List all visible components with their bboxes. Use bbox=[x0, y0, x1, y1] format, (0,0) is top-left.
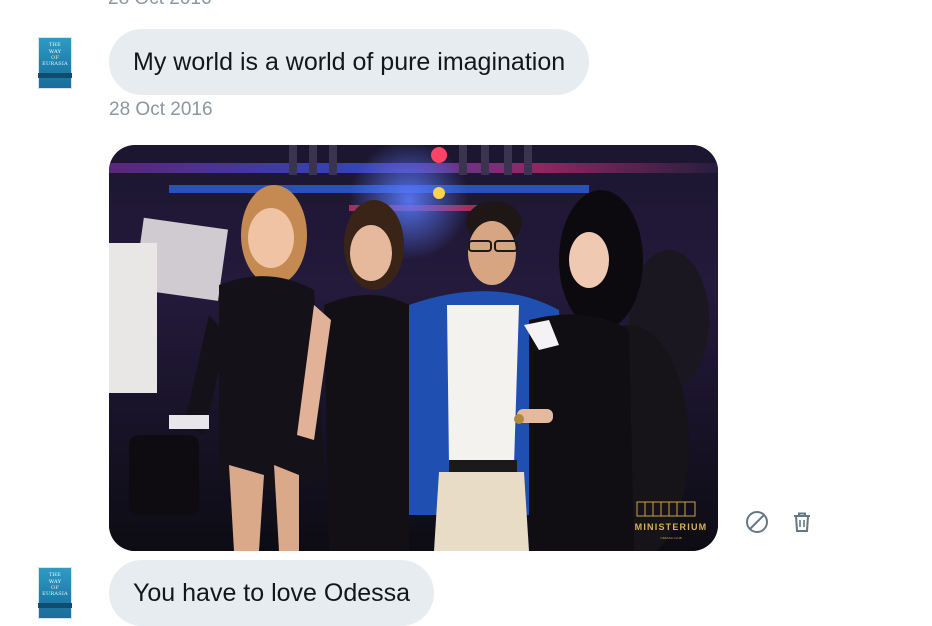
avatar-band bbox=[38, 73, 72, 78]
avatar-text: THE bbox=[49, 572, 61, 578]
sender-avatar[interactable]: THE WAY OF EURASIA bbox=[38, 567, 72, 619]
avatar-text: EURASIA bbox=[42, 61, 68, 67]
previous-timestamp: 28 Oct 2016 bbox=[108, 0, 212, 10]
watermark-subtext: ODESSA CLUB bbox=[660, 536, 681, 540]
trash-icon[interactable] bbox=[790, 510, 814, 534]
message-text: My world is a world of pure imagination bbox=[133, 47, 566, 76]
sender-avatar[interactable]: THE WAY OF EURASIA bbox=[38, 37, 72, 89]
avatar-text: THE bbox=[49, 42, 61, 48]
avatar-band bbox=[38, 603, 72, 608]
message-bubble[interactable]: You have to love Odessa bbox=[109, 560, 435, 626]
avatar-text: EURASIA bbox=[42, 591, 68, 597]
message-text: You have to love Odessa bbox=[133, 578, 411, 607]
watermark-text: MINISTERIUM bbox=[635, 522, 708, 532]
message-photo[interactable]: MINISTERIUM ODESSA CLUB bbox=[109, 145, 718, 551]
block-icon[interactable] bbox=[745, 510, 769, 534]
message-bubble[interactable]: My world is a world of pure imagination bbox=[109, 29, 590, 95]
message-timestamp: 28 Oct 2016 bbox=[109, 99, 213, 120]
photo-image: MINISTERIUM ODESSA CLUB bbox=[109, 145, 718, 551]
